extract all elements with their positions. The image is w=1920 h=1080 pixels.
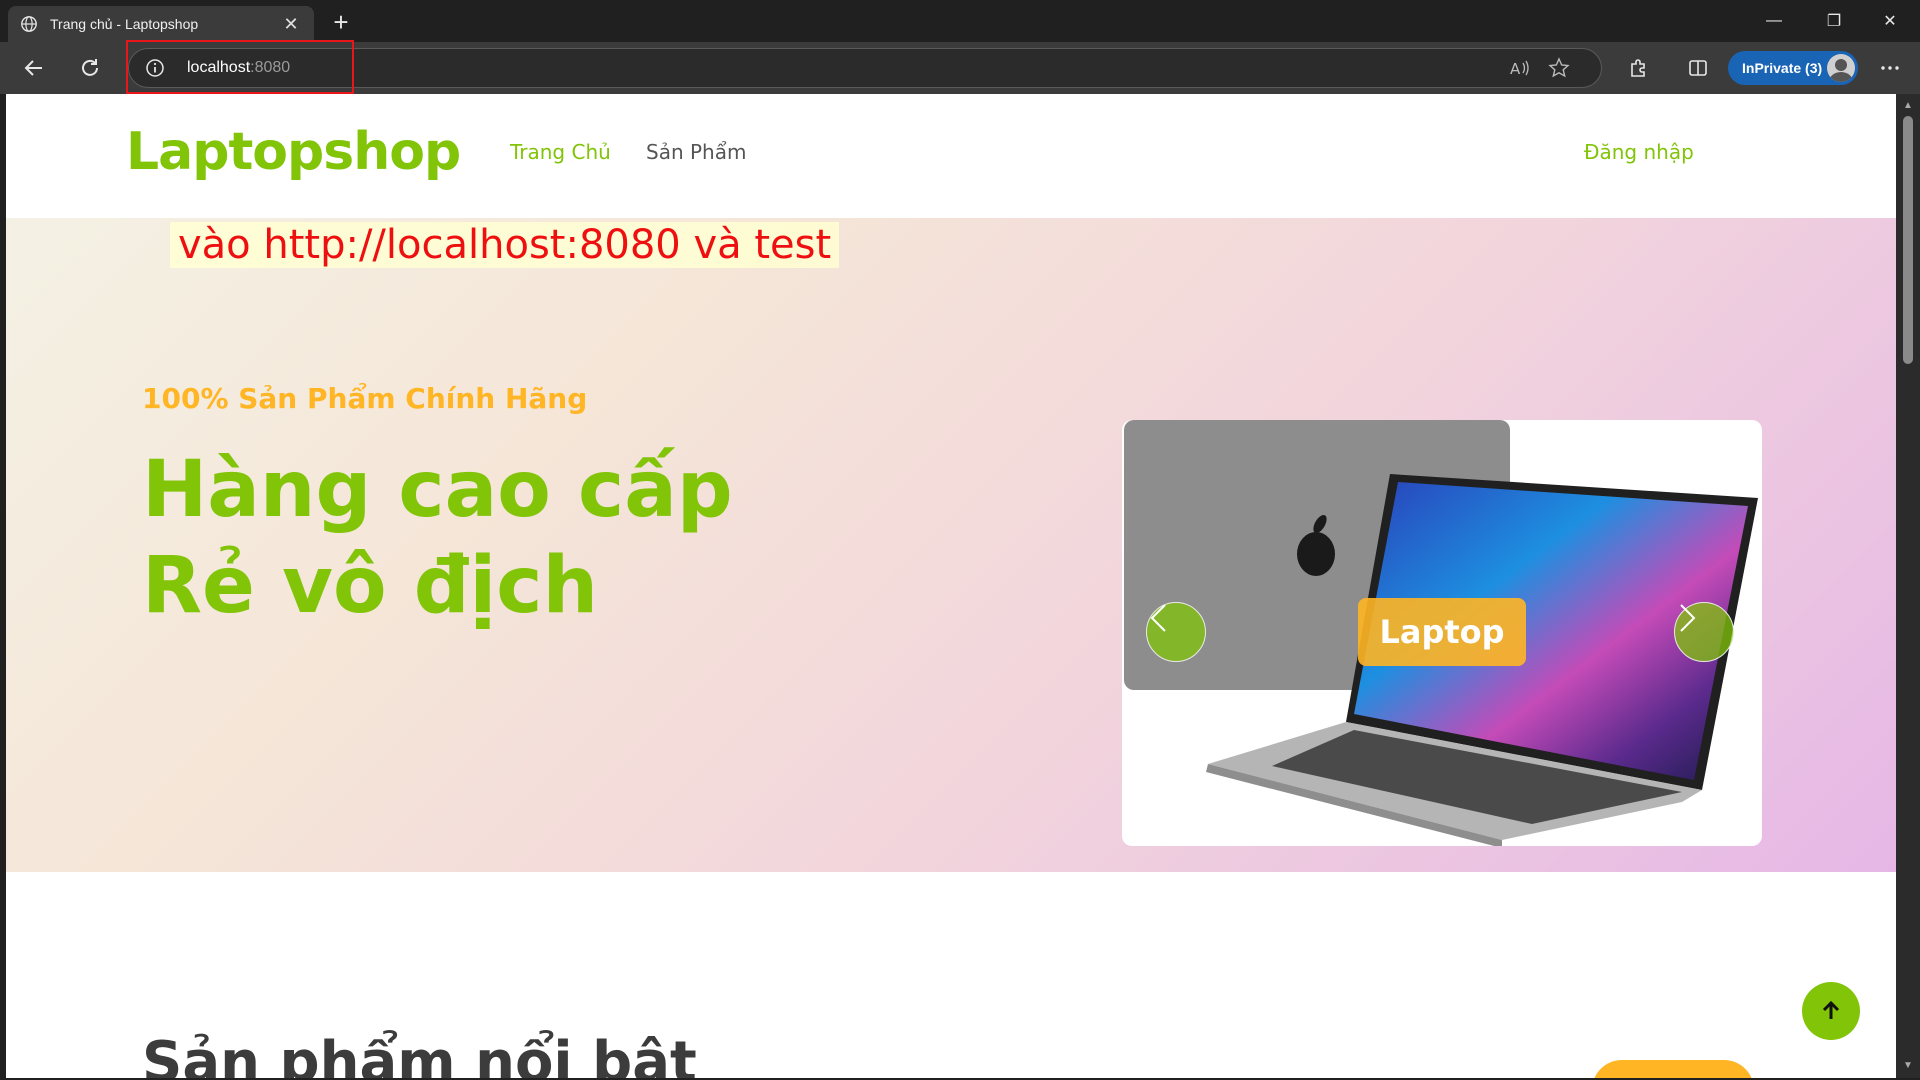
scroll-up-arrow-icon[interactable]: ▲ <box>1902 100 1914 112</box>
reload-icon[interactable] <box>74 52 106 84</box>
scrollbar-thumb[interactable] <box>1903 116 1913 364</box>
restore-icon[interactable]: ❐ <box>1806 0 1862 42</box>
carousel-next-button[interactable] <box>1674 602 1734 662</box>
hero-subtitle: 100% Sản Phẩm Chính Hãng <box>142 382 588 415</box>
read-aloud-icon[interactable]: A <box>1503 52 1535 84</box>
browser-tab[interactable]: Trang chủ - Laptopshop ✕ <box>8 6 314 42</box>
chevron-right-icon <box>1680 604 1696 632</box>
hero-title-line2: Rẻ vô địch <box>142 541 599 631</box>
minimize-icon[interactable]: — <box>1746 0 1802 42</box>
arrow-up-icon <box>1822 1000 1840 1019</box>
scroll-down-arrow-icon[interactable]: ▼ <box>1902 1060 1914 1072</box>
tab-title: Trang chủ - Laptopshop <box>50 16 199 32</box>
page-viewport: Laptopshop Trang Chủ Sản Phẩm Đăng nhập … <box>6 94 1896 1078</box>
nav-link-products[interactable]: Sản Phẩm <box>646 140 746 164</box>
login-link[interactable]: Đăng nhập <box>1584 140 1694 164</box>
star-icon[interactable] <box>1543 52 1575 84</box>
hero-section: vào http://localhost:8080 và test 100% S… <box>6 218 1896 872</box>
svg-text:A: A <box>1510 60 1521 78</box>
back-to-top-button[interactable] <box>1802 982 1860 1040</box>
plus-icon[interactable]: + <box>326 8 356 38</box>
globe-icon <box>21 16 37 32</box>
back-arrow-icon[interactable] <box>18 52 50 84</box>
inprivate-label: InPrivate (3) <box>1742 60 1823 76</box>
site-logo[interactable]: Laptopshop <box>126 122 461 182</box>
more-icon[interactable] <box>1874 52 1906 84</box>
section-action-button[interactable] <box>1592 1060 1754 1078</box>
address-highlight-box <box>126 40 354 94</box>
hero-carousel: Laptop <box>1122 420 1762 846</box>
annotation-text: vào http://localhost:8080 và test <box>170 222 840 268</box>
avatar <box>1827 54 1855 82</box>
split-screen-icon[interactable] <box>1682 52 1714 84</box>
inprivate-badge[interactable]: InPrivate (3) <box>1728 51 1858 85</box>
featured-section-title: Sản phẩm nổi bật <box>142 1030 697 1078</box>
close-icon[interactable]: ✕ <box>280 14 302 35</box>
site-navbar: Laptopshop Trang Chủ Sản Phẩm Đăng nhập <box>6 94 1896 218</box>
carousel-prev-button[interactable] <box>1146 602 1206 662</box>
hero-title-line1: Hàng cao cấp <box>142 445 733 535</box>
hero-title: Hàng cao cấp Rẻ vô địch <box>142 442 733 634</box>
nav-link-home[interactable]: Trang Chủ <box>510 140 611 164</box>
chevron-left-icon <box>1150 604 1166 632</box>
tab-bar: Trang chủ - Laptopshop ✕ + — ❐ ✕ <box>0 0 1920 42</box>
page-scrollbar[interactable]: ▲ ▼ <box>1896 94 1920 1078</box>
window-close-icon[interactable]: ✕ <box>1862 0 1918 42</box>
puzzle-icon[interactable] <box>1622 52 1654 84</box>
carousel-caption[interactable]: Laptop <box>1358 598 1526 666</box>
